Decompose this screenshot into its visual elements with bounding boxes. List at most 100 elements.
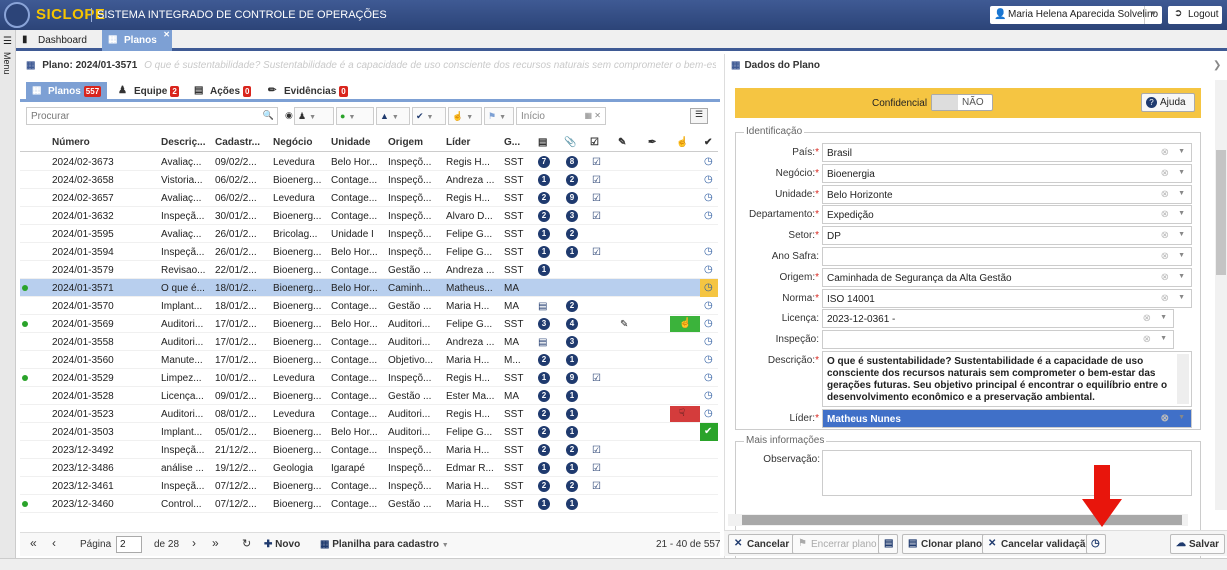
calendar-icon[interactable]: ▦ ✕ (585, 111, 601, 120)
clock-icon[interactable]: ◷ (704, 390, 713, 401)
table-row[interactable]: 2024/02-3658 Vistoria... 06/02/2... Bioener… (20, 171, 718, 189)
actions-count[interactable]: 1 (538, 372, 550, 384)
actions-count[interactable]: 2 (538, 354, 550, 366)
clock-icon[interactable]: ◷ (704, 174, 713, 185)
history-button[interactable]: ◷ (1086, 534, 1106, 554)
table-row[interactable]: 2024/01-3595 Avaliaç... 26/01/2... Bricolag… (20, 225, 718, 243)
chevron-down-icon[interactable]: ▼ (1178, 273, 1185, 280)
clear-icon[interactable]: ⊗ (1143, 313, 1151, 324)
chevron-down-icon[interactable]: ▼ (1178, 148, 1185, 155)
new-button[interactable]: ✚ Novo (264, 539, 300, 550)
evidence-count[interactable]: 2 (566, 444, 578, 456)
team-filter[interactable]: ♟ ▼ (294, 107, 334, 125)
table-row[interactable]: 2023/12-3461 Inspeçã... 07/12/2... Bioenerg… (20, 477, 718, 495)
tab-dashboard[interactable]: ▮ Dashboard (16, 30, 93, 51)
table-row[interactable]: 2024/01-3579 Revisao... 22/01/2... Bioenerg… (20, 261, 718, 279)
page-number-input[interactable]: 2 (116, 536, 142, 553)
details-scrollbar[interactable] (1215, 80, 1227, 510)
col-negocio[interactable]: Negócio (273, 137, 312, 148)
search-input[interactable]: Procurar 🔍 (26, 107, 278, 125)
table-row[interactable]: 2023/12-3492 Inspeçã... 21/12/2... Bioenerg… (20, 441, 718, 459)
chevron-down-icon[interactable]: ▼ (1178, 169, 1185, 176)
clipboard-icon[interactable]: ▤ (538, 301, 547, 312)
table-row[interactable]: 2024/01-3528 Licença... 09/01/2... Bioenerg… (20, 387, 718, 405)
table-row[interactable]: 2023/12-3460 Control... 07/12/2... Bioenerg… (20, 495, 718, 513)
collapse-panel-icon[interactable]: ❯ (1213, 60, 1221, 71)
save-button[interactable]: ☁ Salvar (1170, 534, 1226, 554)
field-select[interactable]: Belo Horizonte ⊗ ▼ (822, 184, 1192, 204)
col-descricao[interactable]: Descriç... (161, 137, 205, 148)
clock-icon[interactable]: ◷ (704, 372, 713, 383)
clock-icon[interactable]: ◷ (704, 210, 713, 221)
tab-planos[interactable]: ▦ Planos ✕ (102, 30, 172, 51)
field-select[interactable]: DP ⊗ ▼ (822, 226, 1192, 246)
actions-count[interactable]: 2 (538, 210, 550, 222)
clear-icon[interactable]: ⊗ (1161, 209, 1169, 220)
actions-count[interactable]: 1 (538, 462, 550, 474)
clock-icon[interactable]: ◷ (704, 336, 713, 347)
col-unidade[interactable]: Unidade (331, 137, 370, 148)
checklist-icon[interactable]: ☑ (592, 481, 601, 492)
flag-filter[interactable]: ⚑ ▼ (484, 107, 514, 125)
evidence-count[interactable]: 3 (566, 210, 578, 222)
warning-filter[interactable]: ▲ ▼ (376, 107, 410, 125)
chevron-down-icon[interactable]: ▼ (1160, 314, 1167, 321)
clear-icon[interactable]: ⊗ (1143, 334, 1151, 345)
date-start-input[interactable]: Início ▦ ✕ (516, 107, 606, 125)
evidence-count[interactable]: 1 (566, 390, 578, 402)
table-row[interactable]: 2024/01-3571 O que é... 18/01/2... Bioenerg… (20, 279, 718, 297)
evidence-count[interactable]: 8 (566, 156, 578, 168)
checklist-icon[interactable]: ☑ (592, 247, 601, 258)
evidence-count[interactable]: 9 (566, 372, 578, 384)
field-select[interactable]: Caminhada de Segurança da Alta Gestão ⊗ … (822, 267, 1192, 287)
copy-button[interactable]: ▤ (878, 534, 898, 554)
check-filter[interactable]: ✔ ▼ (412, 107, 446, 125)
close-plan-button[interactable]: ⚑ Encerrar plano (792, 534, 883, 554)
table-row[interactable]: 2024/02-3657 Avaliaç... 06/02/2... Levedura… (20, 189, 718, 207)
col-numero[interactable]: Número (52, 137, 90, 148)
cancel-validation-button[interactable]: ✕ Cancelar validação (982, 534, 1098, 554)
clear-icon[interactable]: ⊗ (1161, 147, 1169, 158)
clear-icon[interactable]: ⊗ (1161, 413, 1169, 424)
last-page-icon[interactable]: » (212, 536, 219, 550)
actions-count[interactable]: 3 (538, 318, 550, 330)
clear-icon[interactable]: ⊗ (1161, 168, 1169, 179)
clear-icon[interactable]: ⊗ (1161, 272, 1169, 283)
checkmark-icon[interactable]: ✔ (700, 423, 718, 441)
field-select[interactable]: Brasil ⊗ ▼ (822, 143, 1192, 162)
table-row[interactable]: 2024/01-3503 Implant... 05/01/2... Bioenerg… (20, 423, 718, 441)
evidence-count[interactable]: 2 (566, 228, 578, 240)
list-options-icon[interactable]: ☰ (690, 108, 708, 124)
subtab-evidencias[interactable]: ✏ Evidências 0 (262, 82, 354, 102)
chevron-down-icon[interactable]: ▼ (1178, 252, 1185, 259)
table-row[interactable]: 2024/01-3594 Inspeçã... 26/01/2... Bioenerg… (20, 243, 718, 261)
table-row[interactable]: 2024/02-3673 Avaliaç... 09/02/2... Levedura… (20, 153, 718, 171)
refresh-icon[interactable]: ↻ (242, 537, 251, 550)
actions-count[interactable]: 1 (538, 228, 550, 240)
table-row[interactable]: 2024/01-3560 Manute... 17/01/2... Bioenerg.… (20, 351, 718, 369)
prev-page-icon[interactable]: ‹ (52, 536, 56, 550)
clipboard-icon[interactable]: ▤ (538, 337, 547, 348)
col-lider[interactable]: Líder (446, 137, 470, 148)
clock-icon[interactable]: ◷ (704, 156, 713, 167)
help-button[interactable]: ? Ajuda (1141, 93, 1195, 112)
search-icon[interactable]: 🔍 (263, 110, 274, 121)
checklist-icon[interactable]: ☑ (592, 373, 601, 384)
actions-count[interactable]: 1 (538, 498, 550, 510)
field-select[interactable]: Bioenergia ⊗ ▼ (822, 163, 1192, 183)
col-origem[interactable]: Origem (388, 137, 423, 148)
checklist-icon[interactable]: ☑ (592, 211, 601, 222)
actions-count[interactable]: 2 (538, 408, 550, 420)
field-select[interactable]: ⊗ ▼ i (822, 330, 1174, 350)
user-selector[interactable]: 👤 Maria Helena Aparecida Solvelino ▼ (990, 6, 1162, 24)
table-row[interactable]: 2023/12-3486 análise ... 19/12/2... Geologi… (20, 459, 718, 477)
actions-count[interactable]: 7 (538, 156, 550, 168)
side-menu[interactable]: ☰ Menu (0, 30, 16, 558)
col-g[interactable]: G... (504, 137, 520, 148)
table-row[interactable]: 2024/01-3523 Auditori... 08/01/2... Levedur… (20, 405, 718, 423)
subtab-planos[interactable]: ▦ Planos 557 (26, 82, 108, 102)
evidence-count[interactable]: 1 (566, 354, 578, 366)
col-cadastro[interactable]: Cadastr... (215, 137, 260, 148)
actions-count[interactable]: 2 (538, 426, 550, 438)
description-scrollbar[interactable] (1177, 354, 1189, 404)
